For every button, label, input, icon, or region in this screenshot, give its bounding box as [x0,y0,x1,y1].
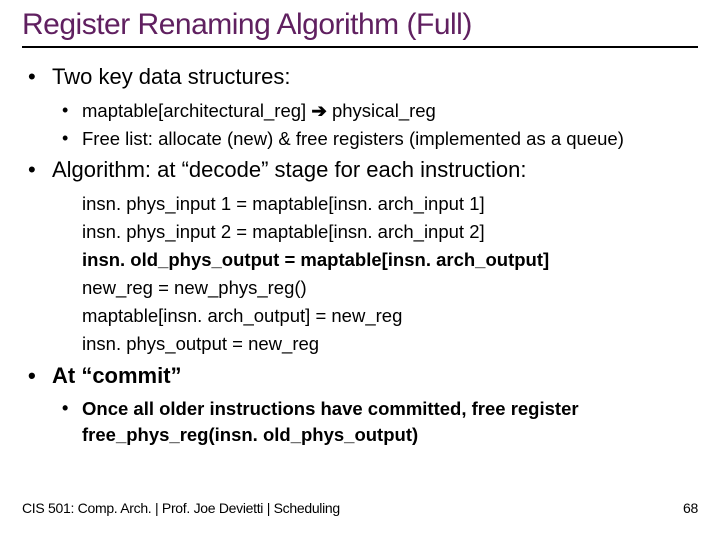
footer-left: CIS 501: Comp. Arch. | Prof. Joe Deviett… [22,500,340,516]
code-list: insn. phys_input 1 = maptable[insn. arch… [52,191,698,356]
sub-list: Once all older instructions have committ… [52,396,698,448]
bullet-text: At “commit” [52,363,182,388]
page-number: 68 [683,500,698,516]
bullet-data-structures: Two key data structures: maptable[archit… [22,62,698,151]
sub-freelist: Free list: allocate (new) & free registe… [52,126,698,152]
sub-commit-text: Once all older instructions have committ… [52,396,698,448]
arrow-icon: ➔ [311,100,327,121]
bullet-text: Algorithm: at “decode” stage for each in… [52,157,526,182]
code-line: insn. phys_output = new_reg [52,331,698,357]
text-pre: maptable[architectural_reg] [82,100,311,121]
sub-list: maptable[architectural_reg] ➔ physical_r… [52,98,698,152]
footer: CIS 501: Comp. Arch. | Prof. Joe Deviett… [22,500,698,516]
sub-maptable: maptable[architectural_reg] ➔ physical_r… [52,98,698,124]
slide-title: Register Renaming Algorithm (Full) [22,8,698,48]
bullet-algorithm: Algorithm: at “decode” stage for each in… [22,155,698,356]
slide: Register Renaming Algorithm (Full) Two k… [0,0,720,540]
code-line: maptable[insn. arch_output] = new_reg [52,303,698,329]
code-line: insn. phys_input 1 = maptable[insn. arch… [52,191,698,217]
code-line: insn. old_phys_output = maptable[insn. a… [52,247,698,273]
code-line: insn. phys_input 2 = maptable[insn. arch… [52,219,698,245]
content-list: Two key data structures: maptable[archit… [22,62,698,448]
bullet-commit: At “commit” Once all older instructions … [22,361,698,448]
code-line: new_reg = new_phys_reg() [52,275,698,301]
bullet-text: Two key data structures: [52,64,290,89]
text-post: physical_reg [327,100,436,121]
